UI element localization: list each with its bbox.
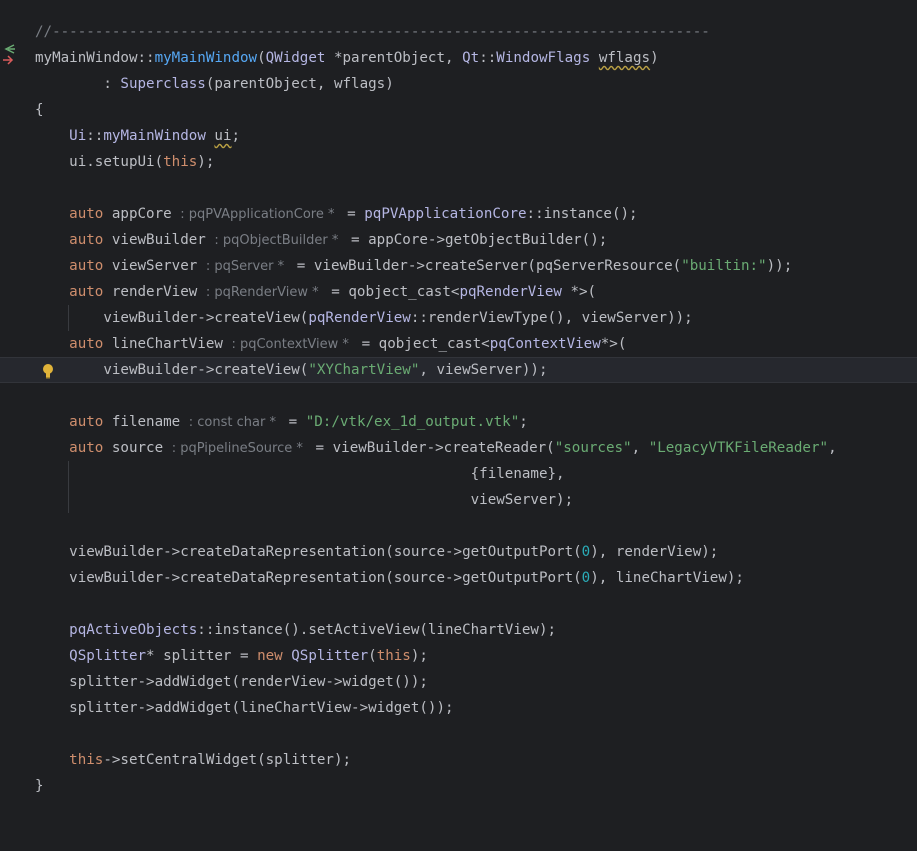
inlay-type-hint: : pqPVApplicationCore * — [180, 207, 339, 222]
code-line-9[interactable]: auto viewBuilder : pqObjectBuilder * = a… — [0, 227, 917, 253]
line-text: //--------------------------------------… — [35, 24, 710, 40]
type-name: QWidget — [265, 50, 326, 66]
indent-guide — [68, 305, 69, 331]
inlay-type-hint: : pqContextView * — [231, 337, 354, 352]
code-line-5[interactable]: Ui::myMainWindow ui; — [0, 123, 917, 149]
inlay-type-hint: : pqObjectBuilder * — [214, 233, 343, 248]
code-line-6[interactable]: ui.setupUi(this); — [0, 149, 917, 175]
code-line-25[interactable]: QSplitter* splitter = new QSplitter(this… — [0, 643, 917, 669]
class-name: myMainWindow — [35, 50, 138, 66]
code-line-10[interactable]: auto viewServer : pqServer * = viewBuild… — [0, 253, 917, 279]
code-line-18[interactable]: {filename}, — [0, 461, 917, 487]
type-name: myMainWindow — [103, 128, 206, 144]
code-line-8[interactable]: auto appCore : pqPVApplicationCore * = p… — [0, 201, 917, 227]
code-line-17[interactable]: auto source : pqPipelineSource * = viewB… — [0, 435, 917, 461]
type-name: Ui — [69, 128, 87, 144]
code-line-22[interactable]: viewBuilder->createDataRepresentation(so… — [0, 565, 917, 591]
code-line-2[interactable]: myMainWindow::myMainWindow(QWidget *pare… — [0, 45, 917, 71]
code-line-21[interactable]: viewBuilder->createDataRepresentation(so… — [0, 539, 917, 565]
constructor-name: myMainWindow — [154, 50, 258, 66]
code-line-24[interactable]: pqActiveObjects::instance().setActiveVie… — [0, 617, 917, 643]
code-line-19[interactable]: viewServer); — [0, 487, 917, 513]
inlay-type-hint: : pqRenderView * — [205, 285, 323, 300]
inlay-type-hint: : const char * — [188, 415, 281, 430]
param-wflags: wflags — [598, 50, 651, 66]
code-line-26[interactable]: splitter->addWidget(renderView->widget()… — [0, 669, 917, 695]
code-line-3[interactable]: : Superclass(parentObject, wflags) — [0, 71, 917, 97]
code-line-30[interactable]: } — [0, 773, 917, 799]
code-line-1[interactable]: //--------------------------------------… — [0, 19, 917, 45]
code-line-12[interactable]: viewBuilder->createView(pqRenderView::re… — [0, 305, 917, 331]
type-name: Qt — [462, 50, 480, 66]
code-editor[interactable]: //--------------------------------------… — [0, 0, 917, 800]
type-name: WindowFlags — [496, 50, 591, 66]
inlay-type-hint: : pqServer * — [205, 259, 289, 274]
code-line-29[interactable]: this->setCentralWidget(splitter); — [0, 747, 917, 773]
code-line-14-current[interactable]: viewBuilder->createView("XYChartView", v… — [0, 357, 917, 383]
type-name: Superclass — [120, 76, 206, 92]
var-ui: ui — [214, 128, 232, 144]
code-line-13[interactable]: auto lineChartView : pqContextView * = q… — [0, 331, 917, 357]
code-line-16[interactable]: auto filename : const char * = "D:/vtk/e… — [0, 409, 917, 435]
inlay-type-hint: : pqPipelineSource * — [171, 441, 307, 456]
code-line-27[interactable]: splitter->addWidget(lineChartView->widge… — [0, 695, 917, 721]
code-line-11[interactable]: auto renderView : pqRenderView * = qobje… — [0, 279, 917, 305]
code-line-4[interactable]: { — [0, 97, 917, 123]
indent-guide — [68, 461, 69, 513]
